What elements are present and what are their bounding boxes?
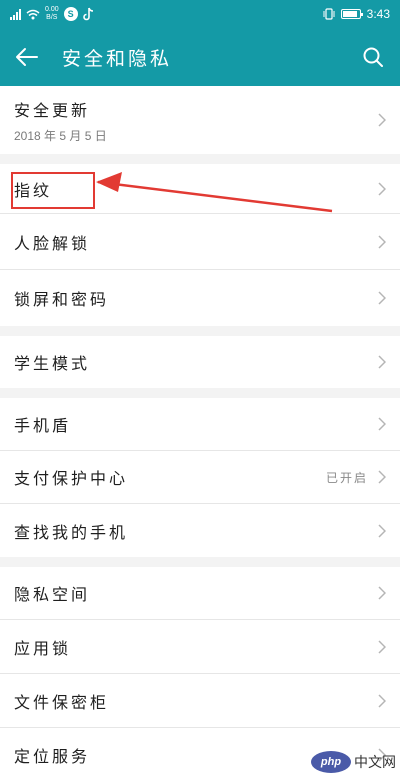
list-item-payment-protection[interactable]: 支付保护中心 已开启 bbox=[0, 451, 400, 504]
list-item-label: 人脸解锁 bbox=[14, 233, 91, 253]
list-item-fingerprint[interactable]: 指纹 bbox=[0, 164, 400, 214]
status-right: 3:43 bbox=[323, 4, 390, 24]
list-item-label: 文件保密柜 bbox=[14, 692, 110, 712]
list-item-subtitle: 2018 年 5 月 5 日 bbox=[14, 128, 107, 143]
page-title: 安全和隐私 bbox=[62, 48, 173, 70]
app-header: 安全和隐私 bbox=[0, 28, 400, 86]
settings-group: 手机盾支付保护中心 已开启查找我的手机 bbox=[0, 398, 400, 557]
watermark-logo: php bbox=[311, 751, 351, 773]
list-item-private-space[interactable]: 隐私空间 bbox=[0, 567, 400, 620]
signal-icon bbox=[10, 8, 21, 20]
list-item-label: 应用锁 bbox=[14, 638, 72, 658]
chevron-right-icon bbox=[378, 113, 386, 127]
app-notification-icon: S bbox=[63, 7, 78, 21]
list-item-label: 学生模式 bbox=[14, 354, 91, 373]
back-button[interactable] bbox=[10, 40, 44, 74]
list-item-label: 定位服务 bbox=[14, 747, 91, 766]
chevron-right-icon bbox=[378, 181, 386, 196]
list-item-security-update[interactable]: 安全更新 2018 年 5 月 5 日 bbox=[0, 86, 400, 154]
chevron-right-icon bbox=[378, 586, 386, 600]
chevron-right-icon bbox=[378, 291, 386, 305]
settings-group: 隐私空间应用锁文件保密柜定位服务 bbox=[0, 567, 400, 777]
chevron-right-icon bbox=[378, 355, 386, 369]
status-value: 已开启 bbox=[325, 470, 368, 485]
watermark: php 中文网 bbox=[311, 751, 396, 773]
list-item-phone-shield[interactable]: 手机盾 bbox=[0, 398, 400, 451]
chevron-right-icon bbox=[378, 639, 386, 654]
chevron-right-icon bbox=[378, 470, 386, 484]
list-item-label: 指纹 bbox=[14, 180, 53, 200]
chevron-right-icon bbox=[378, 234, 386, 249]
chevron-right-icon bbox=[378, 417, 386, 431]
vibrate-icon bbox=[323, 8, 335, 20]
list-item-label: 手机盾 bbox=[14, 416, 72, 435]
list-item-label: 查找我的手机 bbox=[14, 522, 129, 542]
network-speed-unit: B/S bbox=[46, 14, 58, 21]
network-speed: 0.00 B/S bbox=[45, 6, 59, 22]
network-speed-value: 0.00 bbox=[45, 6, 59, 13]
arrow-left-icon bbox=[16, 48, 38, 66]
list-item-file-safe[interactable]: 文件保密柜 bbox=[0, 674, 400, 728]
settings-group: 安全更新 2018 年 5 月 5 日 bbox=[0, 86, 400, 154]
search-icon bbox=[363, 47, 383, 67]
list-item-student-mode[interactable]: 学生模式 bbox=[0, 336, 400, 388]
list-item-face-unlock[interactable]: 人脸解锁 bbox=[0, 214, 400, 270]
list-item-label: 安全更新 bbox=[14, 100, 91, 120]
search-button[interactable] bbox=[356, 40, 390, 74]
list-item-label: 锁屏和密码 bbox=[14, 290, 110, 309]
clock: 3:43 bbox=[366, 7, 390, 21]
tiktok-icon bbox=[82, 7, 93, 21]
list-item-label: 隐私空间 bbox=[14, 585, 91, 604]
list-item-lock-screen-password[interactable]: 锁屏和密码 bbox=[0, 270, 400, 326]
status-bar: 0.00 B/S S 3:43 bbox=[0, 0, 400, 28]
chevron-right-icon bbox=[378, 523, 386, 538]
chevron-right-icon bbox=[378, 693, 386, 708]
list-item-app-lock[interactable]: 应用锁 bbox=[0, 620, 400, 674]
wifi-icon bbox=[26, 9, 40, 19]
settings-group: 指纹人脸解锁锁屏和密码 bbox=[0, 164, 400, 326]
list-item-label: 支付保护中心 bbox=[14, 469, 129, 488]
watermark-text: 中文网 bbox=[354, 754, 396, 770]
settings-list: 安全更新 2018 年 5 月 5 日指纹人脸解锁锁屏和密码学生模式手机盾支付保护… bbox=[0, 86, 400, 777]
list-item-find-my-phone[interactable]: 查找我的手机 bbox=[0, 504, 400, 557]
status-left: 0.00 B/S S bbox=[10, 4, 95, 24]
battery-icon bbox=[340, 9, 363, 19]
settings-group: 学生模式 bbox=[0, 336, 400, 388]
